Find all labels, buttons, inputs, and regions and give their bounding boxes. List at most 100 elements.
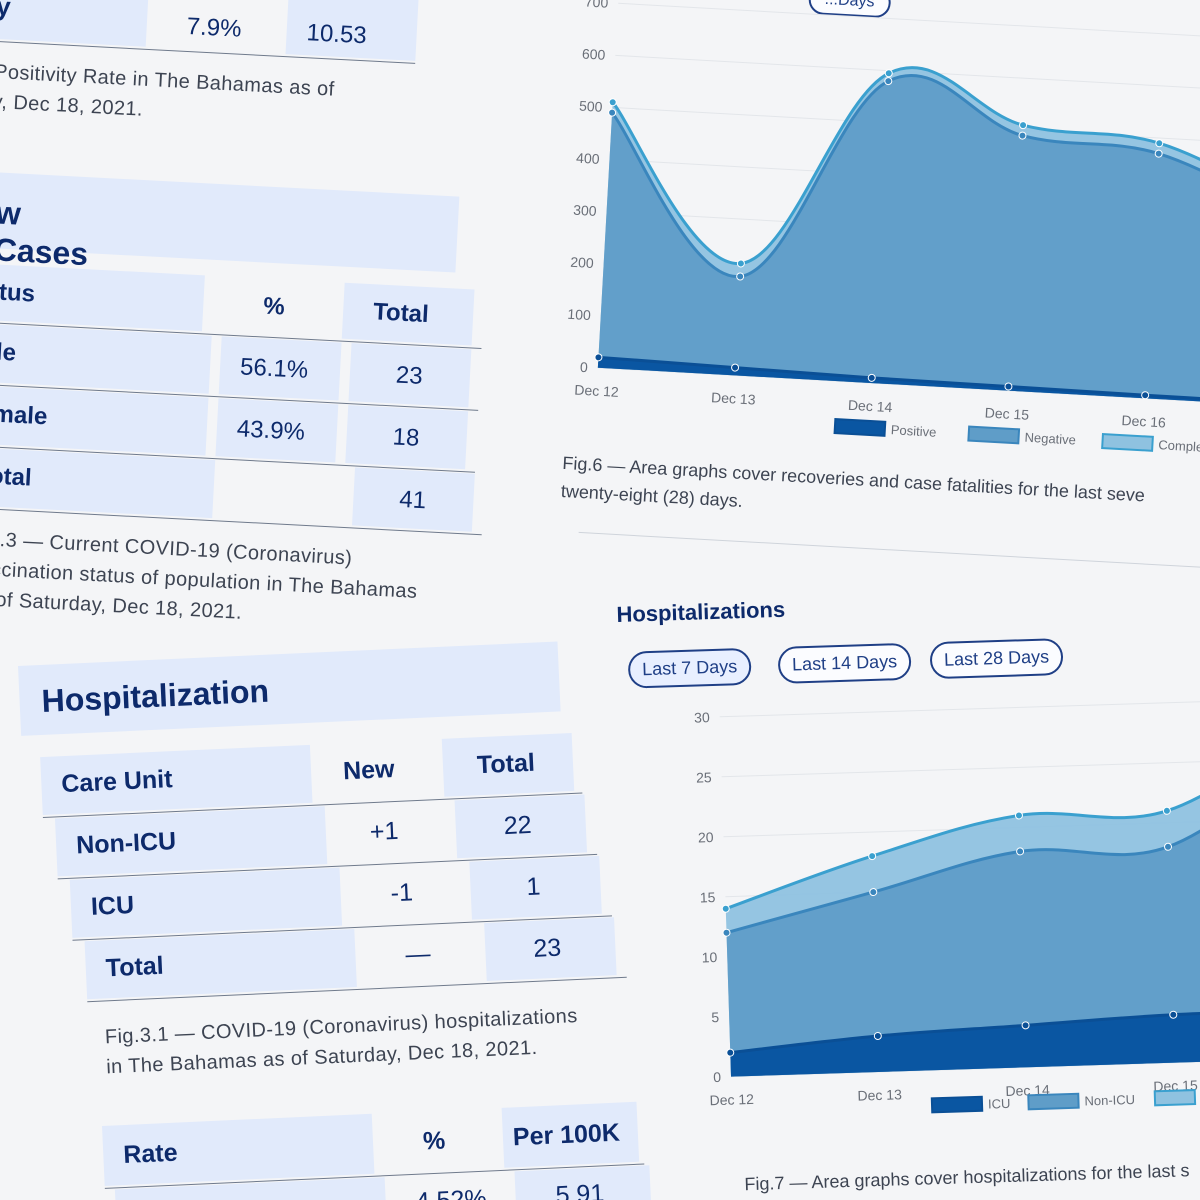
cases-chart-point xyxy=(1018,131,1027,140)
hosp-chart-point xyxy=(869,888,878,897)
hosp-row-2-label: ICU xyxy=(90,890,135,921)
cases-chart-point xyxy=(608,98,617,107)
hosp-col-new-label: New xyxy=(342,755,396,786)
new-cases-row-2-label: emale xyxy=(0,399,49,431)
new-cases-row-3-total: 41 xyxy=(398,485,427,515)
hosp-chart-y-tick: 0 xyxy=(713,1069,721,1085)
cases-chart-point xyxy=(736,272,745,281)
hosp-chart-point xyxy=(1164,842,1173,851)
new-cases-row-1-total: 23 xyxy=(395,361,424,390)
hosp-chart-point xyxy=(868,852,877,861)
hosp-chart-point xyxy=(1021,1021,1030,1030)
rate-row-pct-cell: 4.52% xyxy=(395,1171,517,1200)
cases-chart-legend-label: Negative xyxy=(1024,430,1076,448)
hosp-chart-y-tick: 5 xyxy=(711,1009,719,1025)
new-cases-caption: Fig.3 — Current COVID-19 (Coronavirus) v… xyxy=(0,524,511,642)
new-cases-row-2-label-cell: emale xyxy=(0,385,209,456)
cases-chart-point xyxy=(731,363,740,372)
cases-chart-point xyxy=(608,108,617,117)
new-cases-row-3-label: Total xyxy=(0,461,33,492)
rate-col-rate: Rate xyxy=(102,1113,375,1186)
hospitalizations-chart-caption: Fig.7 — Area graphs cover hospitalizatio… xyxy=(744,1160,1190,1195)
page: ty 7.9% 10.53 Positivity Rate in The Bah… xyxy=(0,0,1200,1200)
hosp-chart-gridline xyxy=(719,696,1200,718)
cases-chart-y-tick: 500 xyxy=(579,98,603,115)
hosp-chart-legend-label: Non-ICU xyxy=(1084,1092,1135,1109)
cases-chart-point xyxy=(884,77,893,86)
pill-last-28-days[interactable]: Last 28 Days xyxy=(929,637,1064,680)
hosp-row-2-label-cell: ICU xyxy=(69,867,343,938)
new-cases-row-2-pct: 43.9% xyxy=(236,415,306,446)
hosp-chart-point xyxy=(1016,847,1025,856)
hosp-chart-legend-swatch xyxy=(1027,1092,1080,1111)
cases-chart-y-tick: 0 xyxy=(580,359,589,375)
pill-last-7-days[interactable]: Last 7 Days xyxy=(627,647,752,689)
cases-chart-point xyxy=(594,353,603,362)
hosp-row-1-new-cell: +1 xyxy=(325,801,448,864)
cases-chart-legend-swatch xyxy=(833,418,887,437)
hosp-chart-x-tick: Dec 13 xyxy=(857,1086,902,1103)
hosp-col-total-label: Total xyxy=(476,748,536,780)
cases-chart-point xyxy=(1155,139,1164,148)
cases-chart-legend-swatch xyxy=(1101,432,1154,452)
cases-chart-gridline xyxy=(618,2,1200,41)
new-cases-col-total: Total xyxy=(341,282,475,346)
hosp-col-care-unit: Care Unit xyxy=(40,744,313,816)
new-cases-col-pct: % xyxy=(212,276,345,339)
hosp-chart-point xyxy=(1162,806,1171,815)
hosp-chart-point xyxy=(722,928,731,937)
new-cases-row-2-total-cell: 18 xyxy=(345,405,469,470)
cases-chart-y-tick: 300 xyxy=(573,202,597,219)
hosp-chart-point xyxy=(873,1031,882,1040)
hospitalizations-chart-title: Hospitalizations xyxy=(616,596,786,627)
new-cases-col-status: atus xyxy=(0,263,205,332)
cases-chart-legend-label: Positive xyxy=(890,422,936,440)
new-cases-row-1-label: ale xyxy=(0,337,17,367)
hosp-row-2-total: 1 xyxy=(525,872,542,902)
positivity-header-cell: ty xyxy=(0,0,150,47)
hosp-chart-point xyxy=(726,1048,735,1057)
cases-chart-y-tick: 400 xyxy=(576,150,600,167)
cases-chart-point xyxy=(1019,121,1028,130)
new-cases-row-1-label-cell: ale xyxy=(0,323,212,394)
new-cases-row-1-pct: 56.1% xyxy=(239,353,309,384)
left-column: ty 7.9% 10.53 Positivity Rate in The Bah… xyxy=(0,0,652,1200)
new-cases-row-1-pct-cell: 56.1% xyxy=(218,336,342,401)
hosp-chart-x-tick: Dec 12 xyxy=(709,1091,754,1108)
hosp-chart-y-tick: 15 xyxy=(700,889,716,905)
pill-last-14-days[interactable]: Last 14 Days xyxy=(777,642,912,684)
positivity-value-2-text: 10.53 xyxy=(305,19,368,50)
new-cases-row-3-total-cell: 41 xyxy=(351,467,475,532)
cases-chart-point xyxy=(1141,391,1150,400)
cases-chart-point xyxy=(1154,149,1163,158)
cases-chart-x-tick: Dec 12 xyxy=(574,381,619,399)
hosp-row-3-total: 23 xyxy=(532,933,562,963)
cases-chart-y-tick: 100 xyxy=(567,306,591,323)
hosp-col-new: New xyxy=(312,739,435,802)
new-cases-col-total-label: Total xyxy=(372,298,430,329)
hosp-row-2-new-cell: -1 xyxy=(339,862,462,925)
hosp-row-1-label-cell: Non-ICU xyxy=(54,806,328,877)
positivity-value-2: 10.53 xyxy=(285,0,420,61)
section-divider xyxy=(578,531,1200,570)
cases-chart-y-tick: 200 xyxy=(570,254,594,271)
hosp-chart-y-tick: 20 xyxy=(698,829,714,845)
hosp-chart-point xyxy=(1169,1010,1178,1019)
right-column: ...Days 0 100 200 300 400 500 600 700 Dec 12 Dec … xyxy=(560,0,1200,1200)
new-cases-col-pct-label: % xyxy=(262,292,286,321)
cases-chart-x-tick: Dec 15 xyxy=(984,404,1029,422)
hosp-chart-y-tick: 30 xyxy=(694,709,710,725)
hosp-row-1-label: Non-ICU xyxy=(75,827,177,860)
cases-chart-point xyxy=(884,69,893,78)
hospitalizations-area-chart: 051015202530Dec 12Dec 13Dec 14Dec 15Dec … xyxy=(694,696,1200,1114)
hosp-chart-y-tick: 25 xyxy=(696,769,712,785)
new-cases-row-3-label-cell: Total xyxy=(0,447,216,519)
rate-col-pct: % xyxy=(382,1108,505,1173)
hosp-row-3-new-cell: — xyxy=(354,924,477,987)
cases-chart-legend-label: Completed xyxy=(1158,437,1200,455)
new-cases-row-2-pct-cell: 43.9% xyxy=(215,398,339,463)
rate-row-pct: 4.52% xyxy=(415,1185,487,1200)
cases-chart-y-tick: 700 xyxy=(584,0,608,11)
hosp-row-3-label: Total xyxy=(105,951,165,983)
hosp-chart-legend-label: ICU xyxy=(988,1096,1011,1112)
